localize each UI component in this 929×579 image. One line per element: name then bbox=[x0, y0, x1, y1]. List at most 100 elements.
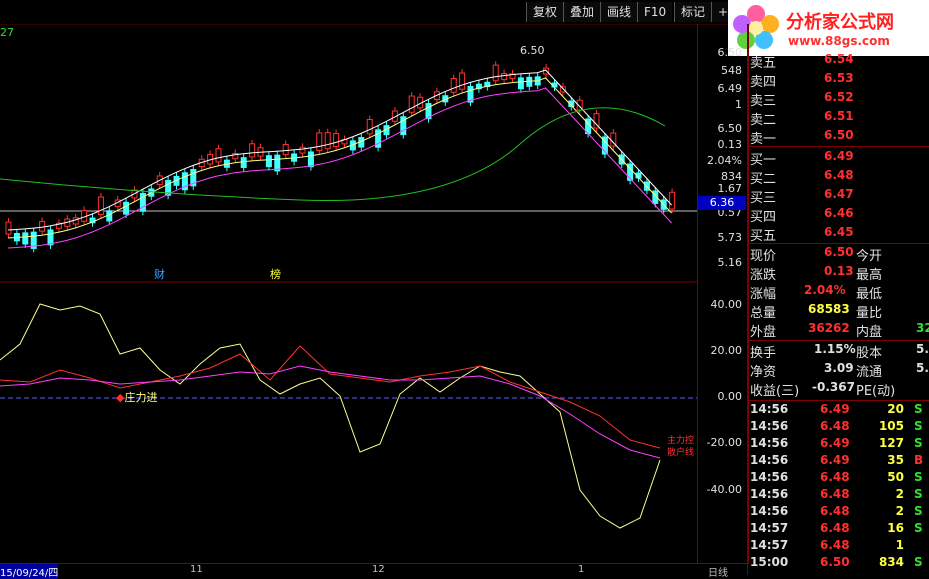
tick-volume: 127 bbox=[878, 436, 904, 450]
price-axis-label: 1.67 bbox=[717, 182, 743, 195]
tick-side: S bbox=[914, 555, 923, 569]
date-axis: 15/09/24/四 11 12 1 日线 bbox=[0, 563, 747, 579]
tick-volume: 35 bbox=[887, 453, 904, 467]
candle bbox=[324, 132, 331, 150]
right-panel-border bbox=[747, 24, 748, 575]
tick-list[interactable]: 14:56 6.49 20 S 14:56 6.48 105 S 14:56 6.49 127 S 14… bbox=[748, 402, 929, 575]
tick-row: 14:56 6.49 127 S bbox=[748, 436, 928, 454]
stat-row: 收益(三) -0.367 PE(动) bbox=[750, 380, 896, 399]
panel-divider bbox=[748, 400, 929, 401]
indicator-axis-label: 20.00 bbox=[710, 344, 743, 357]
tick-price: 6.49 bbox=[820, 402, 850, 416]
candle bbox=[249, 143, 256, 158]
tick-volume: 1 bbox=[895, 538, 904, 552]
tick-volume: 105 bbox=[878, 419, 904, 433]
candle bbox=[72, 217, 79, 225]
tick-row: 14:56 6.49 35 B bbox=[748, 453, 928, 471]
indicator-line bbox=[0, 303, 661, 529]
indicator-axis-label: -20.00 bbox=[706, 436, 742, 449]
price-axis-label: 1 bbox=[735, 98, 742, 111]
tick-price: 6.49 bbox=[820, 453, 850, 467]
event-marker-cai: 财 bbox=[154, 268, 165, 281]
tick-price: 6.48 bbox=[820, 419, 850, 433]
tick-price: 6.48 bbox=[820, 521, 850, 535]
sell-row: 卖一 6.50 bbox=[750, 128, 854, 147]
toolbar-button-overlay[interactable]: 叠加 bbox=[563, 2, 601, 22]
tick-price: 6.48 bbox=[820, 504, 850, 518]
tick-price: 6.50 bbox=[820, 555, 850, 569]
tick-time: 14:56 bbox=[750, 504, 789, 518]
candle bbox=[492, 64, 499, 82]
tick-row: 14:56 6.49 20 S bbox=[748, 402, 928, 420]
toolbar-button-restore[interactable]: 复权 bbox=[526, 2, 564, 22]
candle bbox=[282, 143, 289, 156]
tick-volume: 834 bbox=[878, 555, 904, 569]
tick-side: S bbox=[914, 487, 923, 501]
panel-divider bbox=[748, 243, 929, 244]
tick-row: 14:56 6.48 2 S bbox=[748, 487, 928, 505]
toolbar-button-mark[interactable]: 标记 bbox=[674, 2, 712, 22]
indicator-label-main-force: 主力控 bbox=[667, 436, 695, 446]
tick-time: 14:56 bbox=[750, 487, 789, 501]
indicator-chart[interactable] bbox=[0, 284, 697, 564]
tick-volume: 16 bbox=[887, 521, 904, 535]
price-axis-label: 6.50 bbox=[717, 122, 743, 135]
buy-row: 买四 6.46 bbox=[750, 206, 854, 225]
tick-row: 15:00 6.50 834 S bbox=[748, 555, 928, 573]
candlestick-chart[interactable] bbox=[0, 24, 697, 284]
panel-divider bbox=[748, 340, 929, 341]
candle bbox=[408, 95, 415, 113]
toolbar-button-draw[interactable]: 画线 bbox=[600, 2, 638, 22]
buy-row: 买一 6.49 bbox=[750, 149, 854, 168]
logo-title: 分析家公式网 bbox=[786, 12, 894, 33]
tick-time: 14:57 bbox=[750, 521, 789, 535]
stat-row: 总量 68583 量比 bbox=[750, 302, 883, 321]
price-axis-label: 2.04% bbox=[707, 154, 742, 167]
stat-row: 净资3.09流通5.9 bbox=[750, 361, 929, 380]
candle bbox=[366, 119, 373, 135]
tick-price: 6.49 bbox=[820, 436, 850, 450]
price-axis-label: 6.49 bbox=[717, 82, 743, 95]
price-axis-label: 6.50 bbox=[717, 46, 743, 59]
order-book: 卖五 6.54 卖四 6.53 卖三 6.52 卖二 6.51 卖一 6.50 买一 6.4… bbox=[748, 52, 929, 244]
indicator-line bbox=[0, 365, 661, 459]
candle bbox=[450, 78, 457, 93]
tick-volume: 2 bbox=[895, 504, 904, 518]
sell-row: 卖二 6.51 bbox=[750, 109, 854, 128]
buy-row: 买二 6.48 bbox=[750, 168, 854, 187]
stat-row: 涨跌 0.13 最高 bbox=[750, 264, 883, 283]
event-marker-bang: 榜 bbox=[270, 268, 281, 281]
price-axis-label: 0.13 bbox=[717, 138, 743, 151]
tick-row: 14:56 6.48 105 S bbox=[748, 419, 928, 437]
indicator-axis-label: 0.00 bbox=[717, 390, 743, 403]
peak-price-label: 6.50 bbox=[520, 44, 545, 57]
tick-price: 6.48 bbox=[820, 470, 850, 484]
stats-block: 现价 6.50 今开 涨跌 0.13 最高 涨幅 2.04% 最低 总量 68583 量比 外盘… bbox=[748, 245, 929, 340]
date-axis-label: 12 bbox=[372, 564, 385, 575]
candle bbox=[97, 196, 104, 216]
candle bbox=[47, 229, 54, 246]
date-axis-label: 1 bbox=[578, 564, 585, 575]
candle bbox=[39, 220, 46, 232]
price-axis: 6.50 548 6.49 1 6.50 0.13 2.04% 834 1.67… bbox=[697, 24, 749, 284]
tick-row: 14:57 6.48 1 bbox=[748, 538, 928, 556]
candle bbox=[559, 86, 566, 93]
date-axis-label: 11 bbox=[190, 564, 203, 575]
tick-side: S bbox=[914, 521, 923, 535]
candle bbox=[22, 232, 29, 245]
indicator-axis-label: 40.00 bbox=[710, 298, 743, 311]
toolbar-button-f10[interactable]: F10 bbox=[637, 2, 673, 22]
candle bbox=[316, 132, 323, 151]
tick-time: 14:56 bbox=[750, 402, 789, 416]
tick-row: 14:56 6.48 50 S bbox=[748, 470, 928, 488]
tick-time: 14:56 bbox=[750, 419, 789, 433]
period-label[interactable]: 日线 bbox=[708, 564, 728, 579]
top-left-marker: 27 bbox=[0, 26, 14, 39]
candle bbox=[501, 73, 508, 81]
indicator-label: ◆庄力进 bbox=[116, 391, 158, 404]
tick-side: S bbox=[914, 504, 923, 518]
candle bbox=[240, 157, 247, 168]
tick-time: 14:57 bbox=[750, 538, 789, 552]
logo-url: www.88gs.com bbox=[788, 34, 890, 48]
candle bbox=[669, 191, 676, 210]
